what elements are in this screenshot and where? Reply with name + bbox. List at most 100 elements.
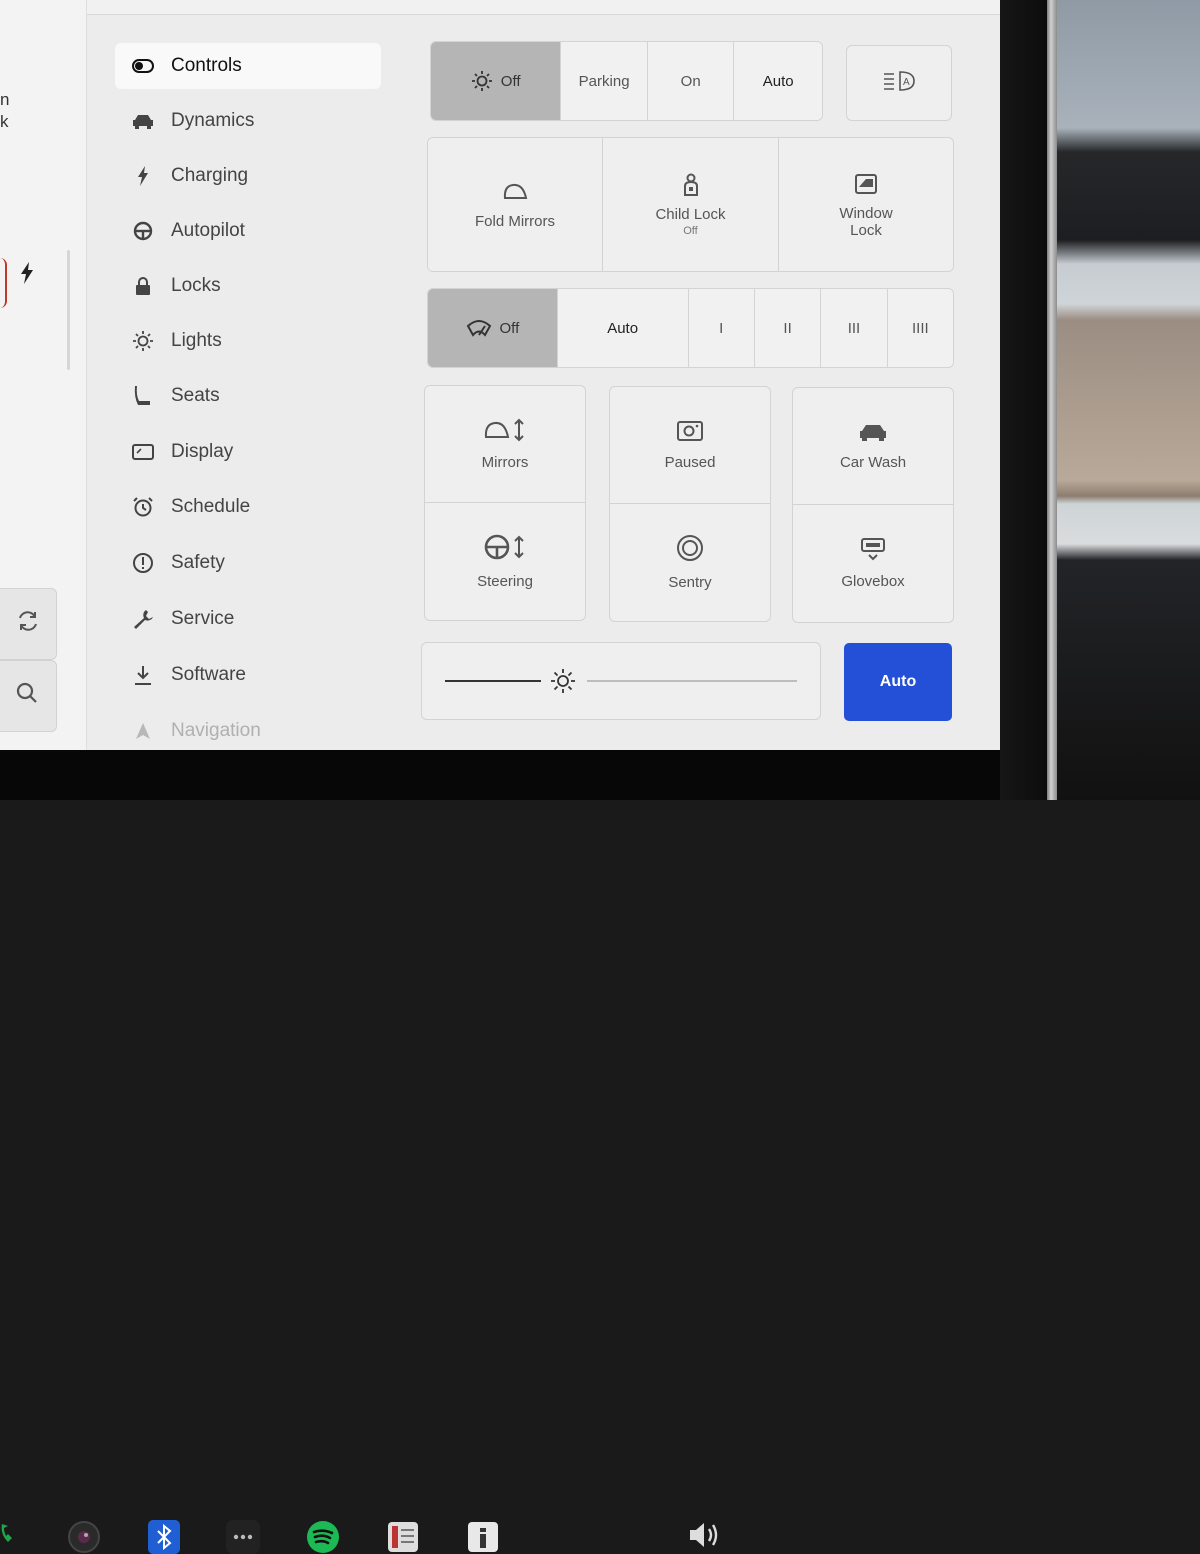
svg-text:A: A [903, 77, 910, 88]
display-icon [129, 444, 157, 460]
wipers-control: Off Auto I II III IIII [427, 288, 954, 368]
more-apps-icon[interactable] [226, 1520, 260, 1554]
menu-item-controls[interactable]: Controls [115, 43, 381, 89]
menu-item-safety[interactable]: Safety [115, 540, 381, 586]
phone-icon[interactable] [0, 1520, 16, 1544]
menu-item-autopilot[interactable]: Autopilot [115, 208, 381, 254]
wipers-option-2[interactable]: II [754, 289, 822, 367]
brightness-icon [550, 668, 576, 699]
cut-off-text: n [0, 90, 10, 109]
glovebox-button[interactable]: Glovebox [793, 505, 953, 622]
mirror-adjust-icon [483, 418, 527, 446]
brightness-auto-button[interactable]: Auto [844, 643, 952, 721]
menu-item-label: Autopilot [171, 220, 245, 241]
scrollbar[interactable] [67, 250, 70, 370]
adjust-group-middle: Paused Sentry [609, 386, 771, 622]
menu-item-label: Schedule [171, 496, 251, 517]
menu-item-label: Service [171, 608, 235, 629]
headlights-control: Off Parking On Auto [430, 41, 823, 121]
wipers-option-off[interactable]: Off [428, 289, 558, 367]
steering-adjust-button[interactable]: Steering [425, 503, 585, 620]
refresh-button[interactable] [0, 588, 57, 660]
window-lock-button[interactable]: Window Lock [779, 138, 953, 271]
wipers-option-auto[interactable]: Auto [557, 289, 689, 367]
toggle-icon [129, 59, 157, 73]
adjust-group-left: Mirrors Steering [424, 385, 586, 621]
wrench-icon [129, 608, 157, 630]
seat-icon [129, 385, 157, 407]
energy-app-icon[interactable] [386, 1520, 420, 1554]
slider-track [587, 680, 797, 682]
lights-option-on[interactable]: On [647, 42, 735, 120]
spotify-icon[interactable] [306, 1520, 340, 1554]
menu-item-label: Charging [171, 165, 249, 186]
menu-item-schedule[interactable]: Schedule [115, 484, 381, 530]
menu-item-seats[interactable]: Seats [115, 373, 381, 419]
alert-icon [129, 552, 157, 574]
brightness-slider[interactable] [421, 642, 821, 720]
child-lock-status: Off [683, 225, 698, 237]
lights-option-off[interactable]: Off [431, 42, 562, 120]
child-lock-icon [680, 172, 702, 198]
background-window-view [1057, 0, 1200, 800]
bottom-taskbar [0, 750, 1000, 1554]
menu-item-label: Dynamics [171, 110, 255, 131]
adjust-group-right: Car Wash Glovebox [792, 387, 954, 623]
download-icon [129, 664, 157, 686]
search-icon [16, 681, 40, 711]
car-outline-edge [0, 258, 7, 308]
sentry-icon [676, 534, 704, 566]
lights-option-auto[interactable]: Auto [734, 42, 822, 120]
menu-item-label: Seats [171, 385, 220, 406]
wipers-option-4[interactable]: IIII [887, 289, 953, 367]
menu-item-label: Lights [171, 330, 222, 351]
camera-icon[interactable] [67, 1520, 101, 1554]
menu-item-software[interactable]: Software [115, 652, 381, 698]
auto-high-beam-button[interactable]: A [846, 45, 952, 121]
alarm-clock-icon [129, 496, 157, 518]
charging-bolt-icon [20, 262, 34, 290]
child-lock-button[interactable]: Child Lock Off [603, 138, 779, 271]
refresh-icon [16, 609, 40, 639]
touchscreen: n k Controls Dynamics Charging Autopilot… [0, 0, 1000, 750]
top-divider [86, 0, 1000, 15]
glovebox-icon [860, 537, 886, 565]
menu-item-navigation[interactable]: Navigation [115, 708, 381, 750]
menu-item-label: Safety [171, 552, 225, 573]
sentry-button[interactable]: Sentry [610, 504, 770, 621]
navigation-icon [129, 722, 157, 740]
wipers-option-1[interactable]: I [688, 289, 755, 367]
manual-icon[interactable] [466, 1520, 500, 1554]
window-lock-icon [854, 171, 878, 197]
menu-item-charging[interactable]: Charging [115, 153, 381, 199]
steering-adjust-icon [483, 533, 527, 565]
wipers-option-3[interactable]: III [821, 289, 888, 367]
auto-high-beam-icon: A [882, 70, 916, 96]
light-icon [129, 330, 157, 352]
wiper-icon [466, 318, 492, 338]
car-wash-icon [859, 422, 887, 446]
menu-item-label: Controls [171, 55, 242, 76]
dashcam-icon [676, 420, 704, 446]
lights-option-parking[interactable]: Parking [561, 42, 648, 120]
menu-item-locks[interactable]: Locks [115, 263, 381, 309]
menu-item-dynamics[interactable]: Dynamics [115, 98, 381, 144]
car-wash-button[interactable]: Car Wash [793, 388, 953, 505]
fold-mirrors-button[interactable]: Fold Mirrors [428, 138, 603, 271]
steering-wheel-icon [129, 221, 157, 241]
volume-icon[interactable] [688, 1520, 722, 1550]
light-icon [471, 70, 493, 92]
slider-fill [445, 680, 541, 682]
menu-item-display[interactable]: Display [115, 429, 381, 475]
mirrors-adjust-button[interactable]: Mirrors [425, 386, 585, 503]
menu-item-service[interactable]: Service [115, 596, 381, 642]
cut-off-text: k [0, 112, 9, 131]
menu-item-label: Locks [171, 275, 221, 296]
menu-item-lights[interactable]: Lights [115, 318, 381, 364]
bluetooth-icon[interactable] [148, 1520, 180, 1554]
dashcam-button[interactable]: Paused [610, 387, 770, 504]
lock-icon [129, 276, 157, 296]
screen-edge [1047, 0, 1057, 800]
mirror-icon [501, 179, 529, 205]
search-button[interactable] [0, 660, 57, 732]
